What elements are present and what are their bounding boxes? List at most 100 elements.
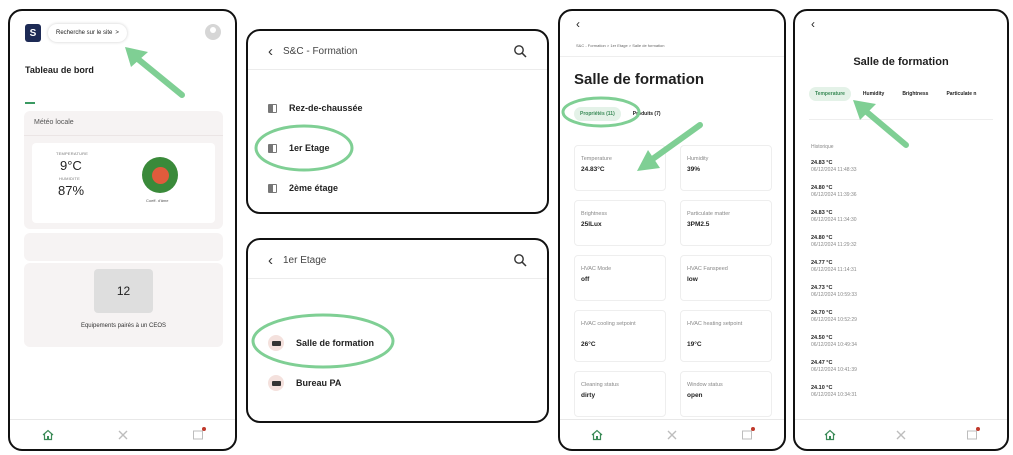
bottom-nav — [10, 419, 235, 449]
tab-properties[interactable]: Propriétés (11) — [574, 107, 621, 121]
back-icon[interactable]: ‹ — [576, 17, 580, 31]
history-date: 06/12/2024 10:49:34 — [811, 342, 857, 348]
property-label: Humidity — [687, 156, 709, 162]
page-title: Salle de formation — [574, 71, 705, 88]
equipment-card[interactable]: 12 Equipements pairés à un CEOS — [24, 263, 223, 347]
property-card[interactable]: HVAC Mode off — [574, 255, 666, 301]
chevron-right-icon: > — [115, 30, 119, 36]
dashboard-screen: S Recherche sur le site > Tableau de bor… — [8, 9, 237, 451]
history-label: Historique — [811, 144, 834, 150]
temperature-value: 9°C — [60, 158, 82, 173]
floor-screen: ‹ 1er Etage Salle de formation Bureau PA — [246, 238, 549, 423]
meteo-content: TEMPERATURE 9°C HUMIDITE 87% Coeff. d'âm… — [32, 143, 215, 223]
property-label: Window status — [687, 382, 723, 388]
property-value: open — [687, 392, 703, 399]
list-item[interactable]: Bureau PA — [268, 374, 341, 392]
tools-icon[interactable] — [891, 425, 911, 445]
property-label: HVAC heating setpoint — [687, 321, 743, 327]
header: ‹ 1er Etage — [268, 250, 527, 270]
tab-products[interactable]: Produits (7) — [627, 107, 667, 121]
property-value: low — [687, 276, 698, 283]
divider — [248, 278, 547, 279]
search-icon[interactable] — [513, 253, 527, 267]
property-card[interactable]: Particulate matter 3PM2.5 — [680, 200, 772, 246]
property-card[interactable]: HVAC cooling setpoint 26°C — [574, 310, 666, 362]
notifications-icon[interactable] — [962, 425, 982, 445]
history-value: 24.47 °C — [811, 360, 833, 366]
history-value: 24.80 °C — [811, 185, 833, 191]
home-icon[interactable] — [38, 425, 58, 445]
floor-icon — [268, 183, 277, 193]
property-value: dirty — [581, 392, 596, 399]
property-card[interactable]: Humidity 39% — [680, 145, 772, 191]
property-card[interactable]: Temperature 24.83°C — [574, 145, 666, 191]
tab-temperature[interactable]: Temperature — [809, 87, 851, 101]
temperature-label: TEMPERATURE — [56, 151, 89, 156]
tab-humidity[interactable]: Humidity — [857, 87, 890, 101]
site-search-button[interactable]: Recherche sur le site > — [48, 24, 127, 42]
equipment-label: Equipements pairés à un CEOS — [80, 323, 167, 329]
divider — [248, 69, 547, 70]
meteo-title: Météo locale — [34, 119, 74, 126]
history-date: 06/12/2024 11:34:30 — [811, 217, 857, 223]
property-card[interactable]: Cleaning status dirty — [574, 371, 666, 417]
history-value: 24.50 °C — [811, 335, 833, 341]
list-item[interactable]: Rez-de-chaussée — [268, 99, 363, 117]
property-value: 3PM2.5 — [687, 221, 710, 228]
list-item-label: 2ème étage — [289, 183, 339, 193]
history-date: 06/12/2024 11:39:36 — [811, 192, 857, 198]
history-item: 24.80 °C 06/12/2024 11:39:36 — [811, 185, 857, 198]
tab-brightness[interactable]: Brightness — [896, 87, 934, 101]
list-item[interactable]: Salle de formation — [268, 334, 374, 352]
history-screen: ‹ Salle de formation Temperature Humidit… — [793, 9, 1009, 451]
notifications-icon[interactable] — [737, 425, 757, 445]
home-icon[interactable] — [820, 425, 840, 445]
history-item: 24.83 °C 06/12/2024 11:34:30 — [811, 210, 857, 223]
back-icon[interactable]: ‹ — [268, 43, 273, 60]
building-screen: ‹ S&C - Formation Rez-de-chaussée 1er Et… — [246, 29, 549, 214]
property-label: Temperature — [581, 156, 612, 162]
back-icon[interactable]: ‹ — [268, 252, 273, 269]
property-label: HVAC Fanspeed — [687, 266, 728, 272]
notification-dot — [750, 426, 755, 431]
notifications-icon[interactable] — [188, 425, 208, 445]
history-value: 24.80 °C — [811, 235, 833, 241]
property-value: 39% — [687, 166, 701, 173]
property-card[interactable]: HVAC Fanspeed low — [680, 255, 772, 301]
search-icon[interactable] — [513, 44, 527, 58]
list-item[interactable]: 1er Etage — [268, 139, 330, 157]
tab-particulate[interactable]: Particulate n — [940, 87, 982, 101]
logo-letter: S — [29, 27, 37, 39]
humidity-value: 87% — [58, 183, 85, 198]
back-icon[interactable]: ‹ — [811, 17, 815, 31]
history-value: 24.73 °C — [811, 285, 833, 291]
property-card[interactable]: Brightness 25lLux — [574, 200, 666, 246]
history-value: 24.10 °C — [811, 385, 833, 391]
divider — [560, 56, 784, 57]
room-icon — [268, 375, 284, 391]
tab-bar: Propriétés (11) Produits (7) — [574, 107, 667, 121]
history-date: 06/12/2024 11:48:33 — [811, 167, 857, 173]
humidity-label: HUMIDITE — [59, 176, 80, 181]
property-card[interactable]: HVAC heating setpoint 19°C — [680, 310, 772, 362]
tools-icon[interactable] — [662, 425, 682, 445]
list-item-label: Rez-de-chaussée — [289, 103, 363, 113]
page-title: 1er Etage — [283, 254, 327, 266]
history-item: 24.80 °C 06/12/2024 11:29:32 — [811, 235, 857, 248]
bottom-nav — [560, 419, 784, 449]
notification-dot — [975, 426, 980, 431]
equipment-count: 12 — [94, 269, 153, 313]
app-logo[interactable]: S — [25, 24, 41, 42]
tools-icon[interactable] — [113, 425, 133, 445]
site-search-label: Recherche sur le site — [56, 30, 113, 36]
history-date: 06/12/2024 10:41:39 — [811, 367, 857, 373]
list-item[interactable]: 2ème étage — [268, 179, 338, 197]
property-card[interactable]: Window status open — [680, 371, 772, 417]
history-value: 24.77 °C — [811, 260, 833, 266]
list-item-label: Salle de formation — [296, 338, 375, 348]
home-icon[interactable] — [587, 425, 607, 445]
avatar[interactable] — [205, 24, 221, 40]
history-value: 24.83 °C — [811, 160, 833, 166]
property-value: 19°C — [687, 341, 702, 348]
page-title: Tableau de bord — [25, 65, 94, 75]
